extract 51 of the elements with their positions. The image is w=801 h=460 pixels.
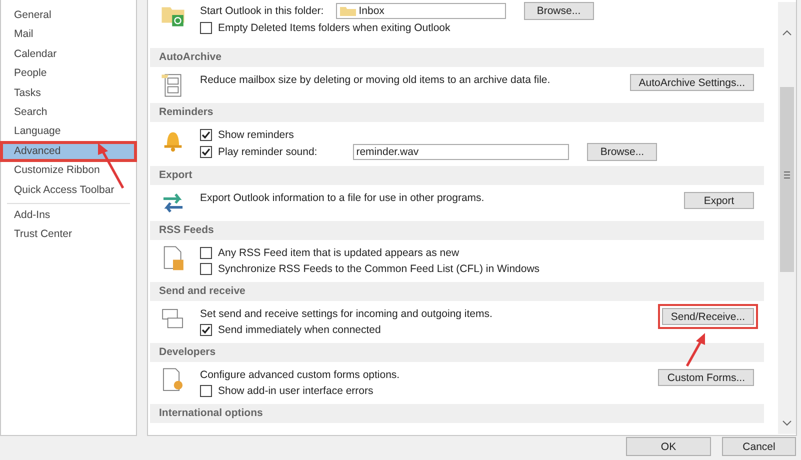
checkbox-label[interactable]: Synchronize RSS Feeds to the Common Feed List (CFL) in Windows	[218, 263, 540, 275]
sidebar-item[interactable]: People	[1, 64, 136, 84]
section-header: Export	[150, 166, 764, 185]
scrollbar[interactable]	[778, 2, 796, 434]
section-header: Reminders	[150, 103, 764, 122]
section-button[interactable]: AutoArchive Settings...	[630, 74, 754, 91]
sidebar-item[interactable]: Customize Ribbon	[1, 161, 136, 181]
sidebar-item[interactable]: Language	[1, 122, 136, 142]
sidebar-item[interactable]: General	[1, 6, 136, 26]
description-text: Set send and receive settings for incoming and outgoing items.	[200, 308, 492, 320]
sidebar-item[interactable]: Advanced	[1, 142, 136, 162]
checkbox-label[interactable]: Show add-in user interface errors	[218, 385, 374, 397]
section-button[interactable]: Send/Receive...	[662, 308, 754, 325]
annotation-arrow	[684, 332, 708, 368]
section-header: International options	[150, 404, 764, 423]
checkbox[interactable]	[200, 146, 212, 158]
sidebar-item[interactable]: Trust Center	[1, 225, 136, 245]
section-button[interactable]: Export	[684, 192, 754, 209]
description-text: Export Outlook information to a file for use in other programs.	[200, 192, 484, 204]
checkbox-label[interactable]: Empty Deleted Items folders when exiting Outlook	[218, 22, 450, 34]
browse-button[interactable]: Browse...	[524, 2, 594, 20]
checkbox[interactable]	[200, 247, 212, 259]
ok-button[interactable]: OK	[626, 437, 711, 456]
field-label: Start Outlook in this folder:	[200, 5, 324, 17]
section-header: Send and receive	[150, 282, 764, 301]
checkbox[interactable]	[200, 129, 212, 141]
checkbox[interactable]	[200, 385, 212, 397]
section-header: RSS Feeds	[150, 221, 764, 240]
text-field[interactable]: Inbox	[336, 3, 506, 19]
checkbox-label[interactable]: Any RSS Feed item that is updated appears as new	[218, 247, 460, 259]
description-text: Reduce mailbox size by deleting or moving old items to an archive data file.	[200, 74, 550, 86]
sidebar-item[interactable]: Tasks	[1, 84, 136, 103]
text-field[interactable]: reminder.wav	[353, 144, 570, 160]
checkbox[interactable]	[200, 263, 212, 275]
checkbox[interactable]	[200, 22, 212, 34]
sidebar-item[interactable]: Mail	[1, 25, 136, 45]
checkbox-label[interactable]: Send immediately when connected	[218, 324, 381, 336]
sidebar-item[interactable]: Add-Ins	[1, 206, 136, 226]
checkbox-label[interactable]: Play reminder sound:	[218, 146, 318, 158]
sidebar-item[interactable]: Quick Access Toolbar	[1, 180, 136, 200]
checkbox[interactable]	[200, 324, 212, 336]
sidebar-item[interactable]: Search	[1, 102, 136, 122]
cancel-button[interactable]: Cancel	[722, 437, 796, 456]
checkbox-label[interactable]: Show reminders	[218, 129, 294, 141]
sidebar-item[interactable]: Calendar	[1, 44, 136, 64]
section-header: Developers	[150, 343, 764, 362]
browse-button[interactable]: Browse...	[587, 143, 658, 161]
section-header: AutoArchive	[150, 48, 764, 67]
description-text: Configure advanced custom forms options.	[200, 369, 400, 381]
folder-icon	[338, 5, 357, 17]
section-button[interactable]: Custom Forms...	[658, 369, 754, 386]
